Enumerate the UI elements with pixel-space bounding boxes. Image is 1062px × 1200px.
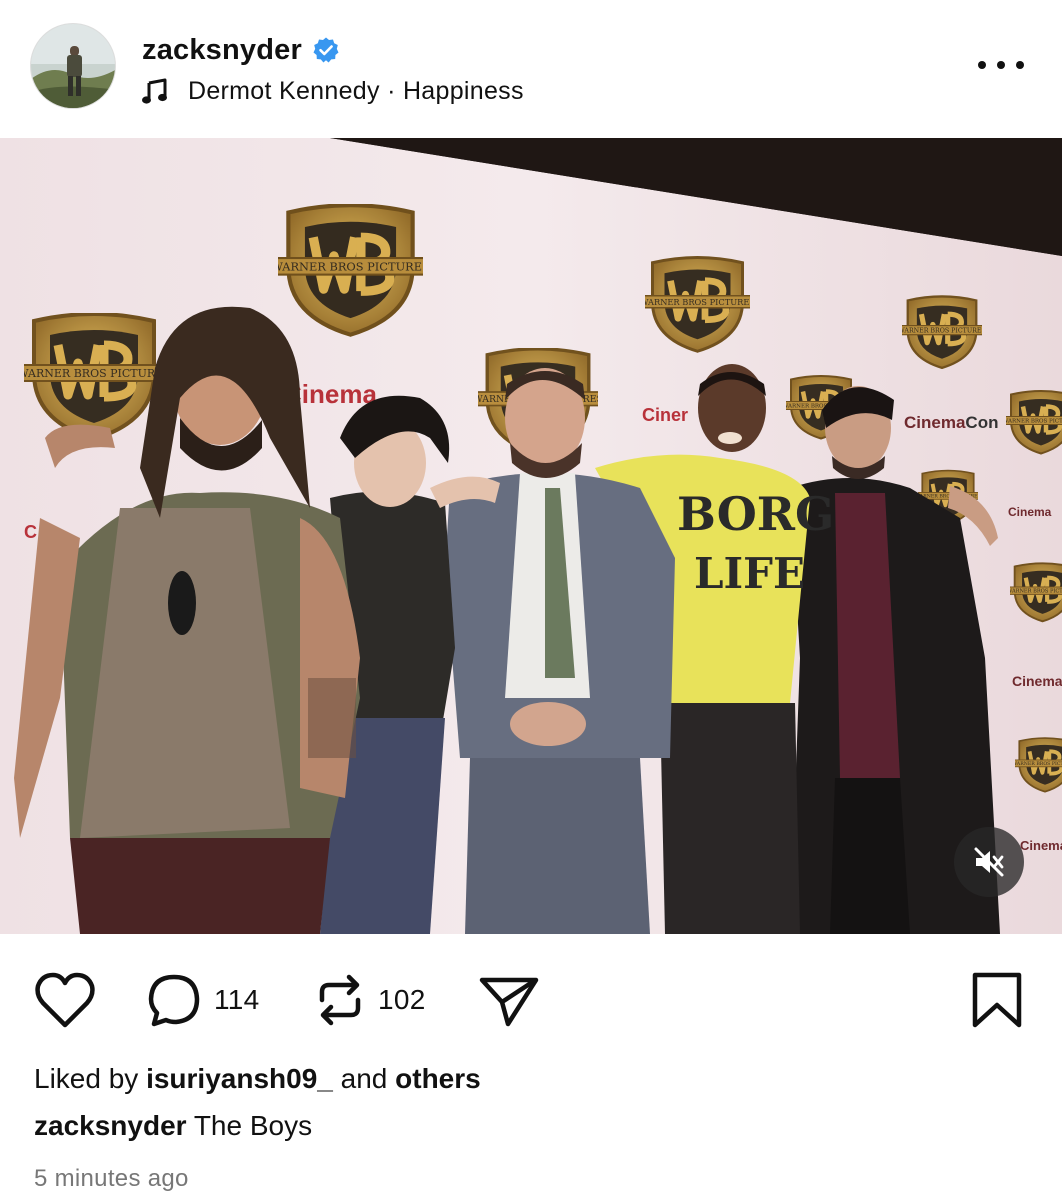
reposts-count: 102 [378,984,426,1015]
music-separator: · [387,76,396,105]
svg-text:Cinema: Cinema [1020,838,1062,853]
caption: zacksnyder The Boys [34,1110,312,1142]
timestamp: 5 minutes ago [34,1165,189,1192]
post-media[interactable]: WARNER BROS PICTURES Cinema Ciner Cinema… [0,138,1062,934]
avatar[interactable] [30,23,116,109]
music-track: Happiness [402,76,524,105]
svg-text:Ciner: Ciner [642,405,688,425]
bookmark-button[interactable] [970,960,1024,1040]
repost-button[interactable]: 102 [314,960,426,1040]
svg-text:Cinema: Cinema [1012,673,1062,689]
svg-text:C: C [24,522,37,542]
heart-icon [35,972,95,1028]
action-bar: 114 102 [0,960,1062,1040]
comment-button[interactable]: 114 [146,960,260,1040]
likes-others-link[interactable]: others [395,1063,481,1094]
shirt-text-line1: BORG [677,487,834,541]
more-icon[interactable] [978,54,1024,76]
svg-text:Cinema: Cinema [1008,505,1052,519]
shirt-text-line2: LIFE [694,549,805,598]
avatar-image [31,24,115,108]
username-row: zacksnyder [142,30,340,70]
likes-prefix: Liked by [34,1063,139,1094]
music-label: Dermot Kennedy · Happiness [188,77,524,106]
likes-middle: and [340,1063,388,1094]
comment-icon [148,974,200,1027]
music-artist: Dermot Kennedy [188,76,380,105]
caption-username[interactable]: zacksnyder [34,1110,187,1141]
post-username[interactable]: zacksnyder [142,34,302,67]
mute-icon[interactable] [954,827,1024,897]
likes-summary: Liked by isuriyansh09_ and others [34,1063,481,1095]
bookmark-icon [972,972,1022,1028]
music-note-icon [142,77,168,105]
music-row[interactable]: Dermot Kennedy · Happiness [142,73,524,109]
caption-text: The Boys [193,1110,313,1141]
likes-user-link[interactable]: isuriyansh09_ [146,1063,333,1094]
repost-icon [319,974,361,1026]
post-photo: WARNER BROS PICTURES Cinema Ciner Cinema… [0,138,1062,934]
like-button[interactable] [34,960,96,1040]
verified-badge-icon [312,36,340,64]
share-button[interactable] [478,960,540,1040]
share-icon [479,977,539,1027]
comments-count: 114 [214,984,260,1015]
post-header: zacksnyder Dermot Kennedy · Happiness [0,0,1062,138]
svg-text:CinemaCon: CinemaCon [904,413,998,432]
